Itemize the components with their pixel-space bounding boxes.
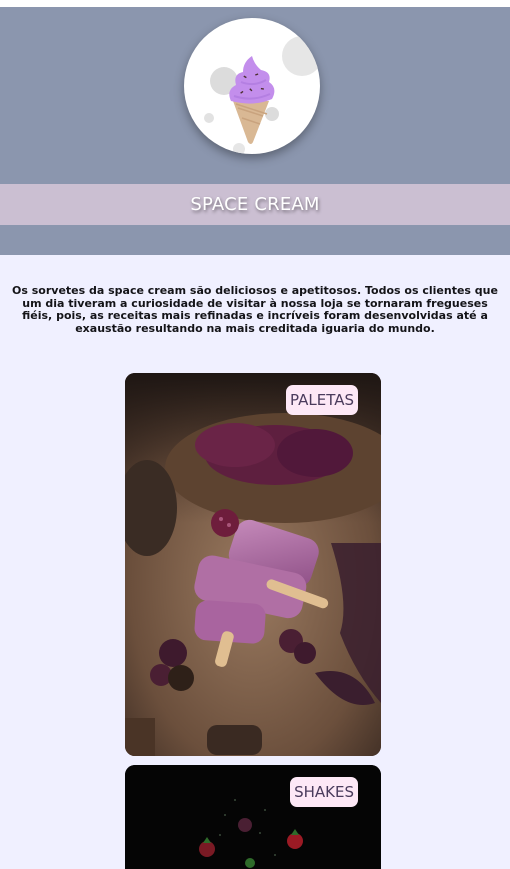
- site-header: SPACE CREAM: [0, 7, 510, 255]
- logo[interactable]: [184, 18, 320, 154]
- title-band: SPACE CREAM: [0, 184, 510, 225]
- site-title: SPACE CREAM: [190, 194, 320, 215]
- product-card-shakes[interactable]: SHAKES: [125, 765, 381, 869]
- product-label[interactable]: SHAKES: [290, 777, 358, 807]
- top-strip: [0, 0, 510, 7]
- intro-paragraph: Os sorvetes da space cream são delicioso…: [12, 284, 498, 335]
- purple-popsicles-photo: [125, 373, 381, 756]
- product-label[interactable]: PALETAS: [286, 385, 358, 415]
- page: SPACE CREAM Os sorvetes da space cream s…: [0, 0, 510, 869]
- ice-cream-cone-icon: [204, 36, 320, 154]
- product-card-paletas[interactable]: PALETAS: [125, 373, 381, 756]
